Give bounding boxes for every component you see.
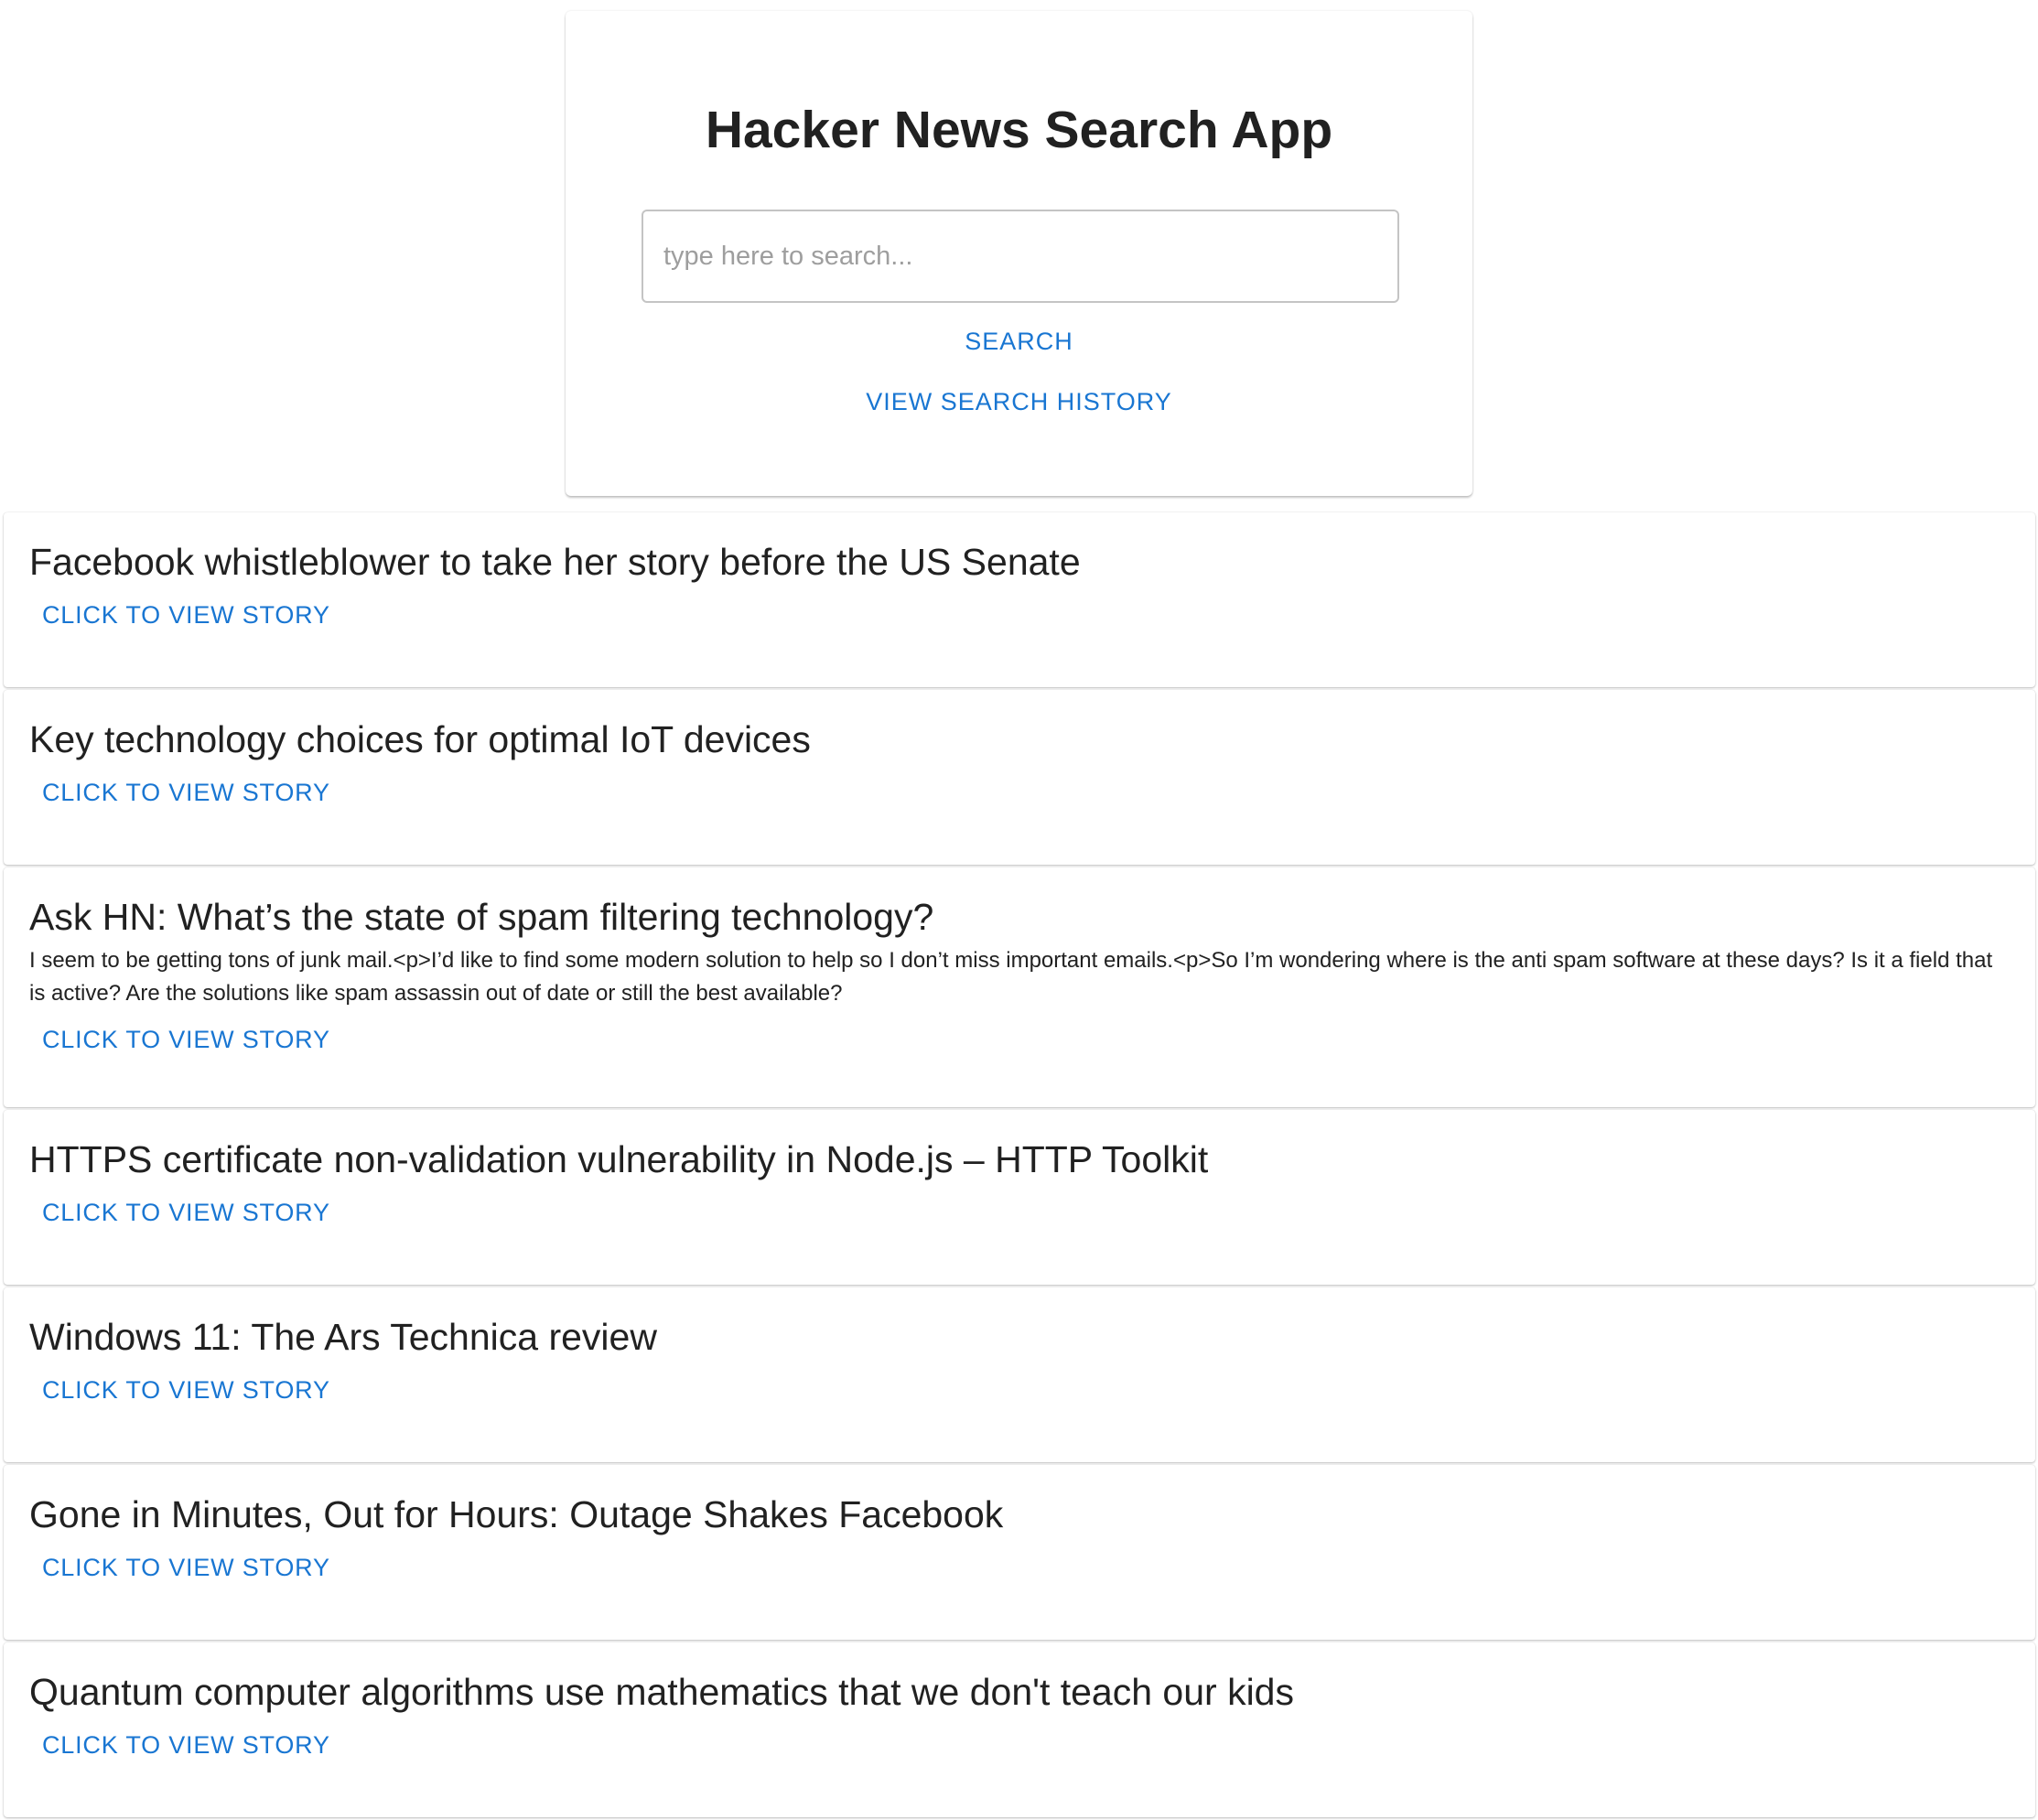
story-title: Facebook whistleblower to take her story…: [29, 541, 1081, 583]
story-title: Ask HN: What’s the state of spam filteri…: [29, 896, 934, 938]
story-card: Ask HN: What’s the state of spam filteri…: [4, 867, 2035, 1107]
view-story-button[interactable]: CLICK TO VIEW STORY: [42, 597, 330, 633]
story-card: Gone in Minutes, Out for Hours: Outage S…: [4, 1465, 2035, 1640]
story-list: Facebook whistleblower to take her story…: [4, 512, 2035, 1820]
story-card: Key technology choices for optimal IoT d…: [4, 690, 2035, 865]
app-title: Hacker News Search App: [705, 101, 1333, 159]
search-button[interactable]: SEARCH: [566, 323, 1472, 360]
story-title: Gone in Minutes, Out for Hours: Outage S…: [29, 1493, 1004, 1535]
view-story-button[interactable]: CLICK TO VIEW STORY: [42, 1549, 330, 1586]
story-title: HTTPS certificate non-validation vulnera…: [29, 1138, 1209, 1180]
search-card: Hacker News Search App SEARCH VIEW SEARC…: [566, 11, 1472, 496]
view-story-button[interactable]: CLICK TO VIEW STORY: [42, 1372, 330, 1408]
view-search-history-button[interactable]: VIEW SEARCH HISTORY: [566, 383, 1472, 420]
view-story-button[interactable]: CLICK TO VIEW STORY: [42, 1194, 330, 1231]
story-text: I seem to be getting tons of junk mail.<…: [29, 948, 1993, 1006]
story-card: Facebook whistleblower to take her story…: [4, 512, 2035, 687]
view-story-button[interactable]: CLICK TO VIEW STORY: [42, 774, 330, 811]
search-input[interactable]: [642, 210, 1399, 303]
view-story-button[interactable]: CLICK TO VIEW STORY: [42, 1021, 330, 1058]
story-card: Quantum computer algorithms use mathemat…: [4, 1642, 2035, 1817]
story-card: HTTPS certificate non-validation vulnera…: [4, 1110, 2035, 1285]
view-story-button[interactable]: CLICK TO VIEW STORY: [42, 1727, 330, 1763]
story-title: Quantum computer algorithms use mathemat…: [29, 1671, 1294, 1713]
story-title: Windows 11: The Ars Technica review: [29, 1316, 657, 1358]
story-card: Windows 11: The Ars Technica review CLIC…: [4, 1287, 2035, 1462]
story-title: Key technology choices for optimal IoT d…: [29, 718, 811, 760]
